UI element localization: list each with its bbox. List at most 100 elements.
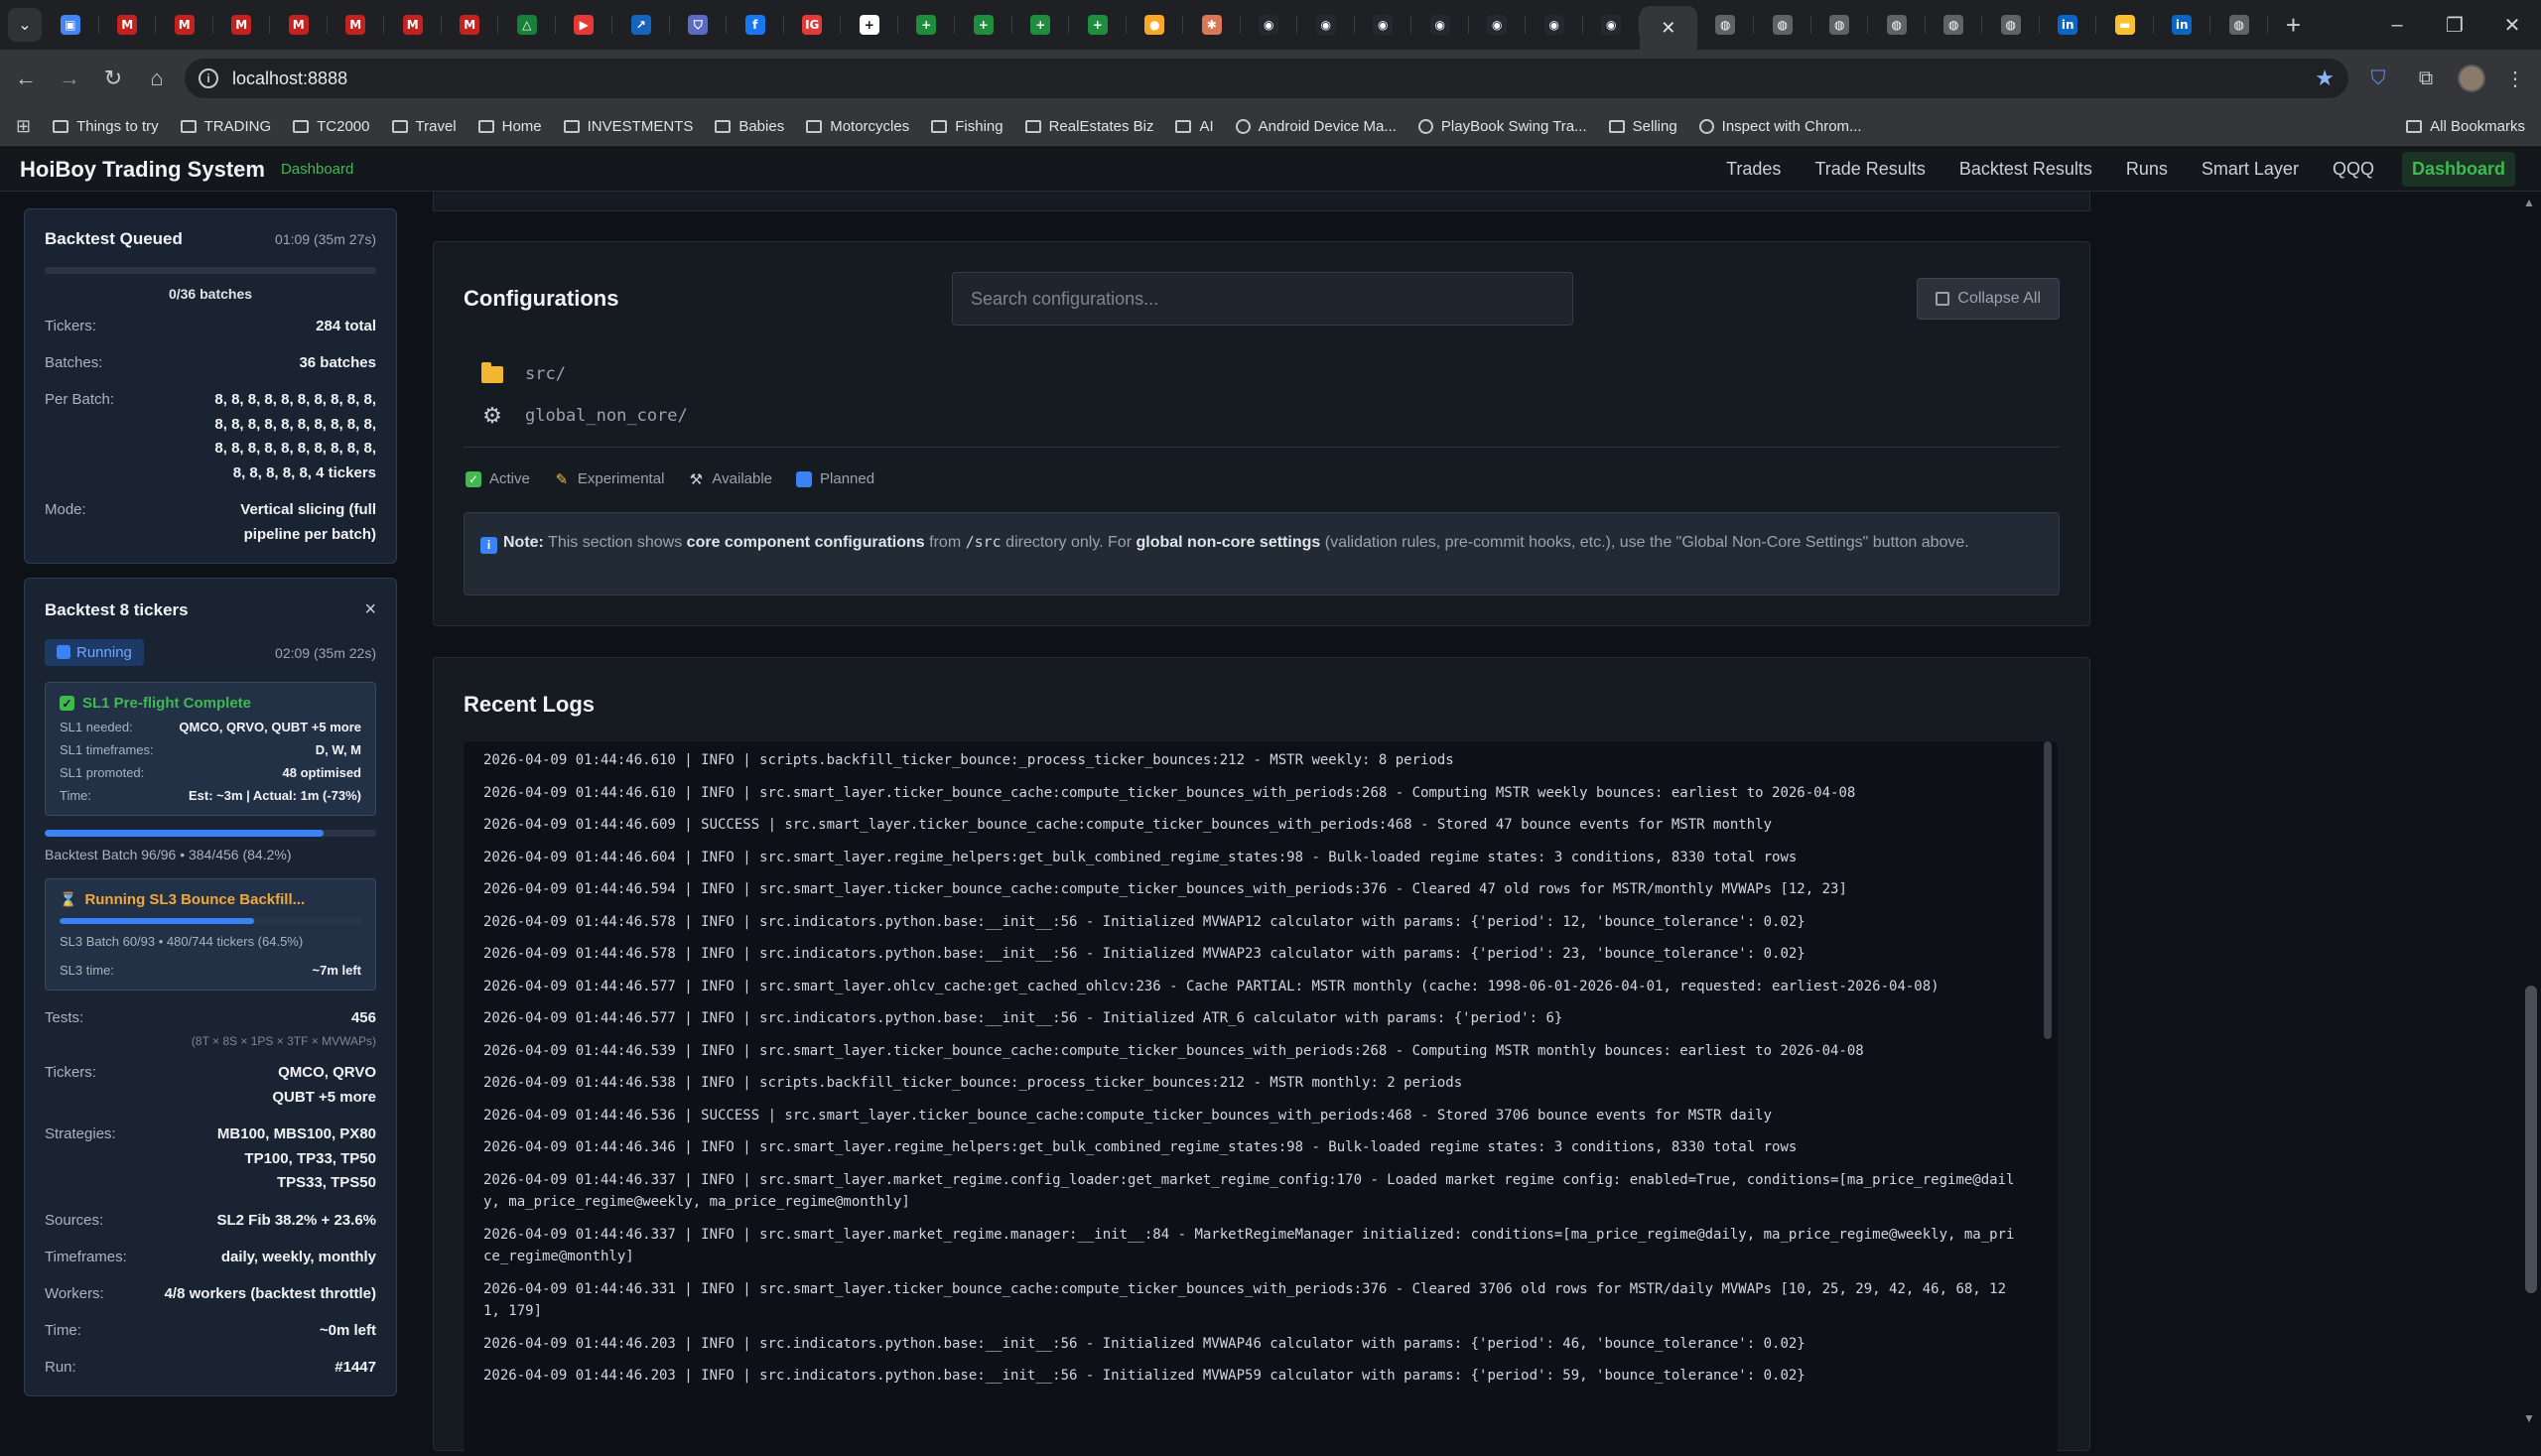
tree-item-global-non-core[interactable]: ⚙ global_non_core/ — [481, 395, 688, 437]
browser-tab[interactable]: △ — [498, 0, 556, 50]
browser-tab[interactable]: ◍ — [1926, 0, 1983, 50]
back-button[interactable]: ← — [8, 61, 44, 96]
browser-tab[interactable]: ▶ — [556, 0, 613, 50]
browser-tab[interactable]: ◉ — [1241, 0, 1298, 50]
chart-icon: ↗ — [630, 15, 651, 35]
bitwarden-icon[interactable]: ⛉ — [2360, 61, 2396, 96]
brand-title[interactable]: HoiBoy Trading System — [20, 157, 265, 183]
nav-runs[interactable]: Runs — [2126, 159, 2168, 180]
browser-tab[interactable]: + — [1012, 0, 1070, 50]
browser-tab[interactable]: ◉ — [1297, 0, 1355, 50]
browser-tab[interactable]: ▣ — [42, 0, 99, 50]
scroll-up-icon[interactable]: ▲ — [2523, 196, 2535, 209]
all-bookmarks[interactable]: All Bookmarks — [2406, 118, 2525, 135]
browser-tab[interactable]: M — [328, 0, 385, 50]
browser-tab[interactable]: + — [955, 0, 1012, 50]
scrollbar-thumb[interactable] — [2525, 986, 2537, 1293]
bookmark-item[interactable]: Android Device Ma... — [1235, 118, 1397, 135]
extensions-icon[interactable]: ⧉ — [2408, 61, 2444, 96]
browser-tab[interactable]: + — [1069, 0, 1127, 50]
tree-item-src[interactable]: src/ — [481, 353, 688, 395]
browser-tab[interactable]: M — [442, 0, 499, 50]
nav-trades[interactable]: Trades — [1726, 159, 1781, 180]
close-icon[interactable]: ✕ — [1659, 18, 1678, 39]
apps-icon[interactable]: ⊞ — [16, 116, 31, 137]
close-window-button[interactable]: ✕ — [2483, 0, 2541, 50]
bookmark-item[interactable]: AI — [1175, 118, 1214, 135]
label: Timeframes: — [45, 1248, 127, 1265]
label: Per Batch: — [45, 391, 115, 408]
menu-icon[interactable]: ⋮ — [2497, 61, 2533, 96]
bookmark-item[interactable]: Selling — [1608, 118, 1677, 135]
forward-button[interactable]: → — [52, 61, 87, 96]
gmail-icon: M — [288, 15, 309, 35]
browser-tab[interactable]: ◍ — [1754, 0, 1811, 50]
bookmark-item[interactable]: Babies — [715, 118, 784, 135]
close-icon[interactable]: × — [364, 598, 376, 621]
scroll-down-icon[interactable]: ▼ — [2523, 1411, 2535, 1425]
new-tab-button[interactable]: + — [2274, 5, 2314, 45]
browser-tab[interactable]: ◍ — [1982, 0, 2040, 50]
sl3-status-box: ⌛ Running SL3 Bounce Backfill... SL3 Batc… — [45, 878, 376, 991]
bookmark-label: Android Device Ma... — [1258, 118, 1397, 135]
browser-tab[interactable]: M — [156, 0, 213, 50]
nav-qqq[interactable]: QQQ — [2333, 159, 2374, 180]
browser-tab[interactable]: IG — [784, 0, 842, 50]
bookmark-item[interactable]: INVESTMENTS — [563, 118, 693, 135]
browser-tab[interactable]: M — [270, 0, 328, 50]
bookmark-item[interactable]: Travel — [391, 118, 457, 135]
browser-tabstrip: ⌄ ▣ M M M M M M M △ ▶ ↗ ⛉ f IG + + + + + ● ✱ ◉ ◉ ◉ ◉ ◉ ◉ ◉ ✕ ◍ ◍ ◍ ◍ ◍ ◍ in… — [0, 0, 2541, 50]
browser-tab[interactable]: M — [99, 0, 157, 50]
active-tab[interactable]: ✕ — [1640, 6, 1697, 50]
bookmark-item[interactable]: RealEstates Biz — [1024, 118, 1153, 135]
site-info-icon[interactable]: i — [199, 68, 218, 88]
bookmark-item[interactable]: PlayBook Swing Tra... — [1417, 118, 1587, 135]
browser-tab[interactable]: ◍ — [1811, 0, 1869, 50]
browser-tab[interactable]: ◍ — [2210, 0, 2268, 50]
bookmark-item[interactable]: Inspect with Chrom... — [1698, 118, 1862, 135]
minimize-button[interactable]: – — [2368, 0, 2426, 50]
run-link[interactable]: #1447 — [334, 1356, 376, 1380]
browser-tab[interactable]: in — [2040, 0, 2097, 50]
browser-tab[interactable]: M — [213, 0, 271, 50]
browser-tab[interactable]: ◉ — [1526, 0, 1583, 50]
browser-tab[interactable]: ◉ — [1583, 0, 1641, 50]
browser-tab[interactable]: ◍ — [1868, 0, 1926, 50]
nav-dashboard[interactable]: Dashboard — [2401, 152, 2515, 187]
nav-smart-layer[interactable]: Smart Layer — [2202, 159, 2299, 180]
log-scrollbar[interactable] — [2044, 741, 2052, 1039]
browser-tab[interactable]: ⛉ — [670, 0, 728, 50]
page-scrollbar[interactable]: ▲ ▼ — [2521, 192, 2541, 1429]
bookmark-item[interactable]: TC2000 — [293, 118, 370, 135]
search-input[interactable]: Search configurations... — [952, 272, 1573, 326]
bookmark-item[interactable]: TRADING — [180, 118, 271, 135]
collapse-all-button[interactable]: Collapse All — [1917, 278, 2060, 320]
browser-tab[interactable]: in — [2154, 0, 2211, 50]
bookmark-star-icon[interactable]: ★ — [2315, 66, 2335, 91]
bookmark-item[interactable]: Things to try — [53, 118, 159, 135]
browser-tab[interactable]: ◉ — [1469, 0, 1527, 50]
bookmark-item[interactable]: Motorcycles — [806, 118, 909, 135]
browser-tab[interactable]: ◍ — [1697, 0, 1755, 50]
home-button[interactable]: ⌂ — [139, 61, 175, 96]
address-bar[interactable]: i localhost:8888 ★ — [185, 59, 2348, 98]
browser-tab[interactable]: M — [384, 0, 442, 50]
nav-trade-results[interactable]: Trade Results — [1814, 159, 1925, 180]
browser-tab[interactable]: + — [841, 0, 898, 50]
browser-tab[interactable]: + — [898, 0, 956, 50]
browser-tab[interactable]: ▬ — [2096, 0, 2154, 50]
bookmark-item[interactable]: Fishing — [931, 118, 1003, 135]
browser-tab[interactable]: ◉ — [1355, 0, 1412, 50]
browser-tab[interactable]: ↗ — [612, 0, 670, 50]
bookmark-item[interactable]: Home — [477, 118, 542, 135]
browser-tab[interactable]: ◉ — [1411, 0, 1469, 50]
browser-tab[interactable]: f — [727, 0, 784, 50]
tab-search-button[interactable]: ⌄ — [8, 8, 42, 42]
log-viewer[interactable]: 2026-04-09 01:44:46.610 | INFO | scripts… — [464, 741, 2058, 1456]
nav-backtest-results[interactable]: Backtest Results — [1959, 159, 2092, 180]
profile-avatar[interactable] — [2458, 65, 2485, 92]
restore-button[interactable]: ❐ — [2426, 0, 2483, 50]
browser-tab[interactable]: ● — [1127, 0, 1184, 50]
reload-button[interactable]: ↻ — [95, 61, 131, 96]
browser-tab[interactable]: ✱ — [1183, 0, 1241, 50]
